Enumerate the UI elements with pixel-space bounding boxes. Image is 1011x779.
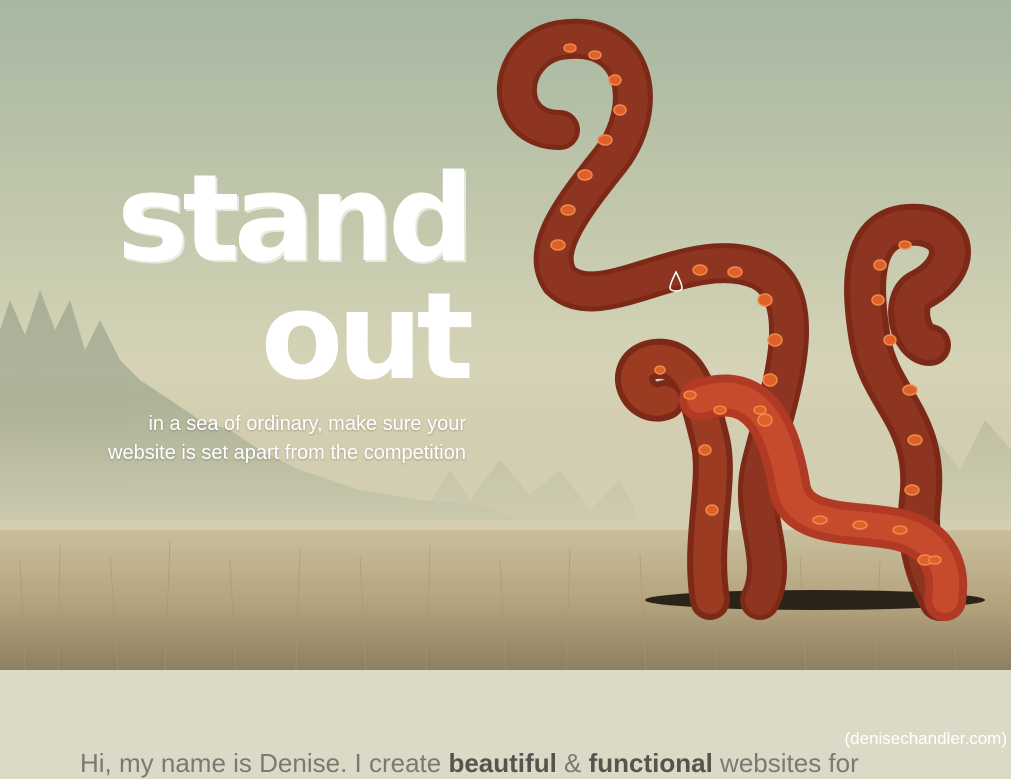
headline-out: out: [260, 268, 474, 407]
site-domain-label[interactable]: (denisechandler.com): [844, 729, 1007, 749]
hero-tagline: in a sea of ordinary, make sure your web…: [40, 410, 466, 468]
hero-banner: stand out in a sea of ordinary, make sur…: [0, 0, 1011, 670]
tagline-line-1: in a sea of ordinary, make sure your: [148, 413, 466, 435]
intro-text-end: websites for: [712, 748, 859, 778]
intro-text-start: Hi, my name is Denise. I create: [80, 748, 449, 778]
headline-stand: stand: [116, 150, 474, 289]
intro-bold-functional: functional: [588, 748, 713, 778]
intro-ampersand: &: [556, 748, 589, 778]
intro-text: Hi, my name is Denise. I create beautifu…: [80, 748, 859, 779]
tagline-line-2: website is set apart from the competitio…: [108, 442, 466, 464]
intro-bold-beautiful: beautiful: [448, 748, 557, 778]
